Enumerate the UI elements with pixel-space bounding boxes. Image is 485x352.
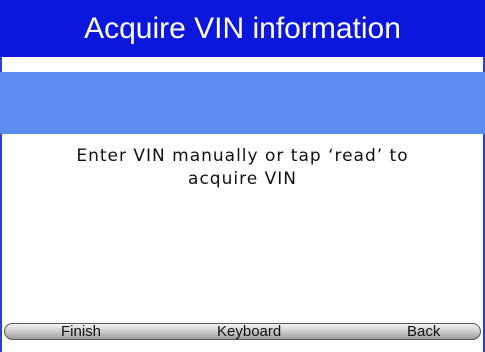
- title-bar: Acquire VIN information: [0, 0, 485, 57]
- page-title: Acquire VIN information: [84, 12, 401, 45]
- instruction-message: Enter VIN manually or tap ‘read’ to acqu…: [40, 145, 445, 191]
- instruction-line-2: acquire VIN: [188, 169, 297, 189]
- vin-input-band[interactable]: [0, 72, 485, 134]
- keyboard-button[interactable]: Keyboard: [217, 324, 281, 339]
- instruction-line-1: Enter VIN manually or tap ‘read’ to: [76, 146, 409, 166]
- finish-button[interactable]: Finish: [61, 324, 101, 339]
- back-button[interactable]: Back: [407, 324, 440, 339]
- vin-input[interactable]: [0, 72, 485, 134]
- bottom-button-bar: Finish Keyboard Back: [4, 323, 481, 340]
